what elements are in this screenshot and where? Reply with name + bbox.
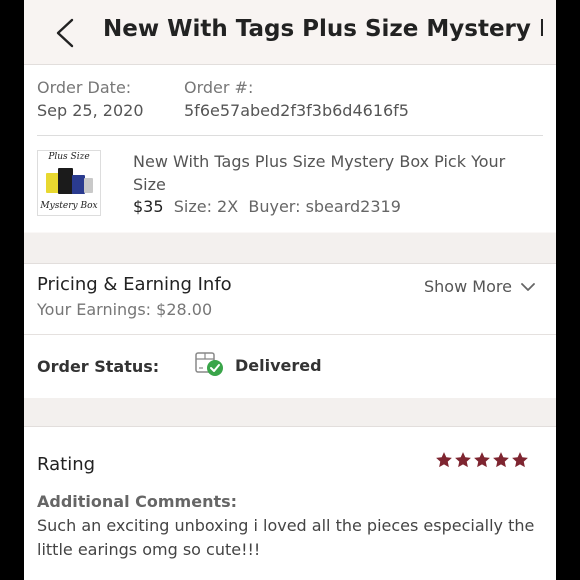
comments-text: Such an exciting unboxing i loved all th… <box>37 516 535 559</box>
order-status-value: Delivered <box>235 356 322 375</box>
divider <box>37 135 543 136</box>
star-rating <box>435 451 530 473</box>
pricing-title: Pricing & Earning Info <box>37 274 232 295</box>
section-spacer <box>24 233 556 263</box>
thumb-text-top: Plus Size <box>48 152 90 162</box>
chevron-down-icon <box>521 283 535 291</box>
rating-card: Rating Additional Comments: Such an exci… <box>24 426 556 580</box>
star-icon <box>511 451 529 469</box>
order-status-label: Order Status: <box>37 357 160 376</box>
page-title: New With Tags Plus Size Mystery B... <box>103 16 543 42</box>
back-button[interactable] <box>54 18 76 48</box>
item-title-link[interactable]: New With Tags Plus Size Mystery Box Pick… <box>133 150 533 196</box>
top-bar: New With Tags Plus Size Mystery B... <box>24 0 556 65</box>
star-icon <box>454 451 472 469</box>
star-icon <box>435 451 453 469</box>
chevron-left-icon <box>56 18 74 48</box>
item-thumbnail[interactable]: Plus Size Mystery Box <box>37 150 101 216</box>
comments-label: Additional Comments: <box>37 492 238 511</box>
order-details-screen: New With Tags Plus Size Mystery B... Ord… <box>24 0 556 580</box>
show-more-toggle[interactable]: Show More <box>424 277 535 296</box>
section-spacer <box>24 398 556 426</box>
star-icon <box>473 451 491 469</box>
show-more-label: Show More <box>424 277 512 296</box>
thumb-box-black <box>58 168 73 194</box>
item-price: $35 <box>133 197 164 216</box>
order-date-label: Order Date: <box>37 78 132 97</box>
order-date-value: Sep 25, 2020 <box>37 101 144 120</box>
order-status-card: Order Status: Delivered <box>24 335 556 398</box>
item-buyer[interactable]: Buyer: sbeard2319 <box>248 197 401 216</box>
thumb-box-gray <box>84 178 93 193</box>
rating-title: Rating <box>37 454 96 475</box>
thumb-text-bottom: Mystery Box <box>40 201 98 211</box>
item-size: Size: 2X <box>173 197 239 216</box>
order-number-value: 5f6e57abed2f3f3b6d4616f5 <box>184 101 409 120</box>
star-icon <box>492 451 510 469</box>
pricing-card: Pricing & Earning Info Your Earnings: $2… <box>24 263 556 334</box>
order-number-label: Order #: <box>184 78 254 97</box>
package-delivered-icon <box>195 352 223 376</box>
earnings-text: Your Earnings: $28.00 <box>37 300 213 319</box>
item-meta: $35 Size: 2X Buyer: sbeard2319 <box>133 197 401 216</box>
